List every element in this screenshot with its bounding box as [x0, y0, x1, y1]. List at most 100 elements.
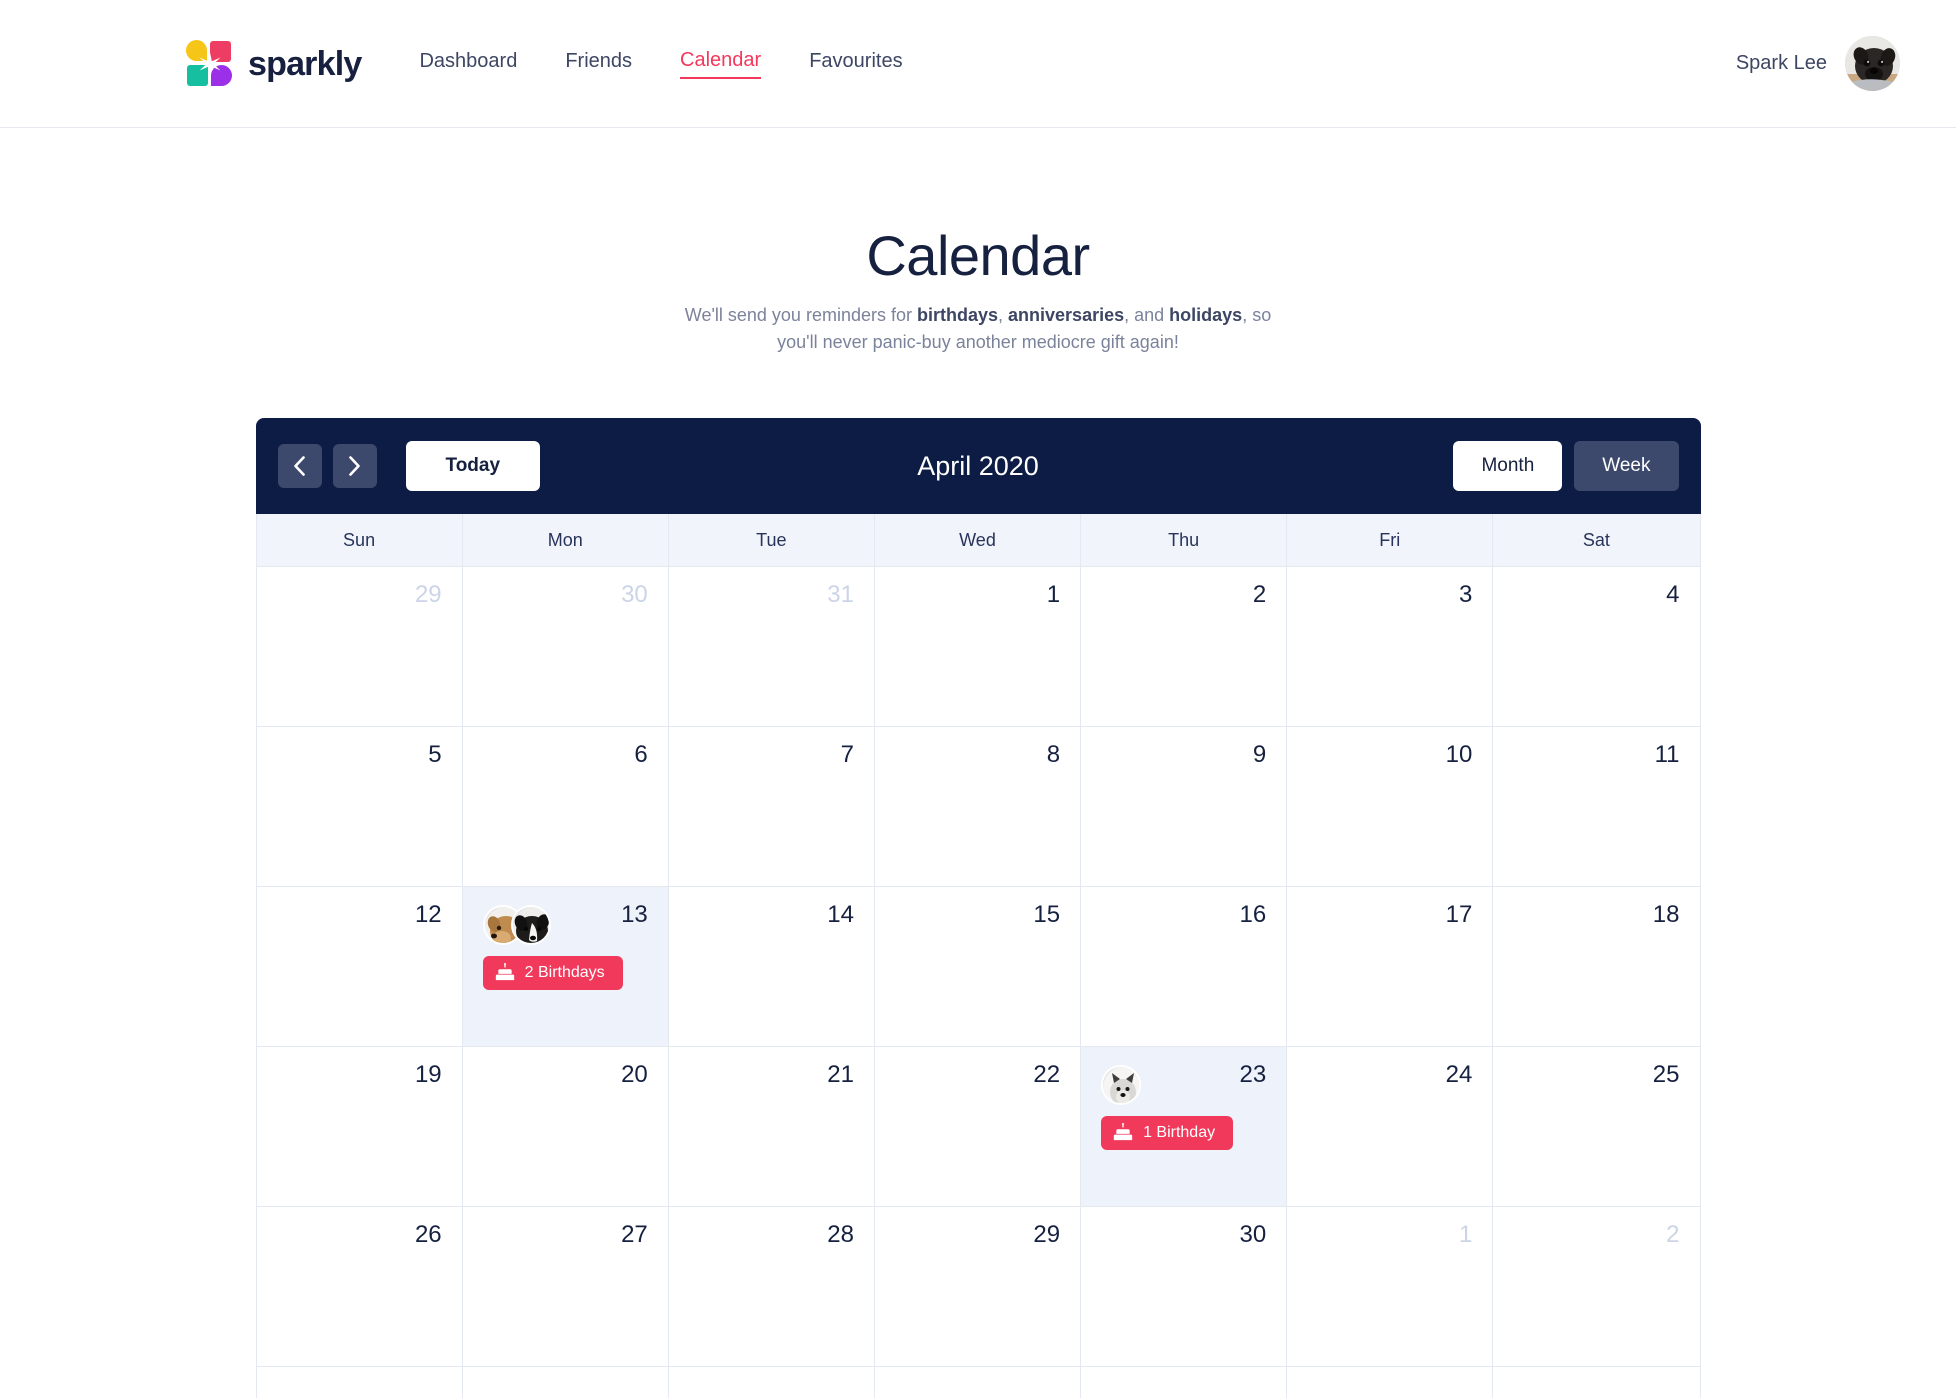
calendar-day-cell[interactable]: 28 [668, 1207, 875, 1367]
calendar-day-cell[interactable] [1493, 1367, 1700, 1398]
brand-name: sparkly [248, 44, 362, 83]
weekday-sun: Sun [257, 514, 463, 567]
view-week-button[interactable]: Week [1574, 441, 1679, 492]
calendar-day-cell[interactable] [874, 1367, 1082, 1398]
calendar-day-cell[interactable]: 3 [1287, 567, 1494, 727]
calendar-day-cell[interactable] [256, 1367, 463, 1398]
calendar-day-cell[interactable]: 12 [256, 887, 463, 1047]
day-avatar-group[interactable] [482, 905, 551, 946]
calendar-day-cell[interactable]: 22 [874, 1047, 1082, 1207]
calendar-day-cell[interactable]: 24 [1287, 1047, 1494, 1207]
day-number: 29 [414, 581, 442, 609]
day-number: 14 [827, 901, 854, 929]
calendar-day-cell[interactable]: 7 [668, 727, 875, 887]
page-title: Calendar [866, 224, 1090, 287]
calendar-weekday-header: Sun Mon Tue Wed Thu Fri Sat [255, 514, 1701, 568]
page-subtitle: We'll send you reminders for birthdays , … [668, 302, 1288, 356]
calendar-day-cell[interactable]: 4 [1493, 567, 1700, 727]
birthday-event-label: 1 Birthday [1143, 1124, 1216, 1142]
calendar-day-cell[interactable]: 23 1 Birthday [1081, 1047, 1288, 1207]
birthday-event-badge[interactable]: 2 Birthdays [482, 956, 623, 991]
chevron-left-icon [294, 456, 305, 477]
view-month-button[interactable]: Month [1453, 441, 1563, 492]
day-number: 3 [1458, 581, 1473, 609]
day-number: 19 [414, 1061, 442, 1089]
calendar-day-cell[interactable] [668, 1367, 875, 1398]
calendar-day-cell[interactable]: 30 [462, 567, 669, 727]
calendar-day-cell[interactable]: 21 [668, 1047, 875, 1207]
weekday-sat: Sat [1582, 529, 1610, 550]
calendar-week-row: 12 13 2 Birthdays 14 15 16 17 18 [256, 887, 1700, 1048]
calendar-day-cell[interactable]: 8 [874, 727, 1082, 887]
calendar-week-row: 19 20 21 22 23 1 Birthday 24 25 [256, 1047, 1700, 1208]
calendar-day-cell[interactable]: 2 [1493, 1207, 1700, 1367]
page-content: Calendar We'll send you reminders for bi… [0, 128, 1956, 1398]
day-number: 26 [414, 1221, 442, 1249]
calendar-day-cell[interactable]: 19 [256, 1047, 463, 1207]
day-avatar-group[interactable] [1101, 1065, 1142, 1106]
calendar-day-cell[interactable]: 18 [1493, 887, 1700, 1047]
chevron-right-icon [349, 456, 360, 477]
day-number: 2 [1252, 581, 1267, 609]
calendar-day-cell[interactable]: 14 [668, 887, 875, 1047]
subtitle-bold-birthdays: birthdays [916, 305, 999, 326]
weekday-mon: Mon [463, 514, 669, 567]
calendar-day-cell[interactable]: 10 [1287, 727, 1494, 887]
calendar-day-cell[interactable]: 1 [874, 567, 1082, 727]
day-number: 23 [1239, 1061, 1267, 1089]
next-month-button[interactable] [332, 444, 377, 489]
day-number: 22 [1033, 1061, 1061, 1089]
calendar-widget: Today April 2020 Month Week Sun Mon Tue … [255, 418, 1701, 1398]
calendar-day-cell[interactable]: 11 [1493, 727, 1700, 887]
calendar-day-cell[interactable]: 2 [1081, 567, 1288, 727]
day-number: 5 [428, 741, 442, 769]
site-header: sparkly Dashboard Friends Calendar Favou… [0, 0, 1956, 128]
calendar-day-cell[interactable]: 9 [1081, 727, 1288, 887]
calendar-day-cell[interactable] [462, 1367, 669, 1398]
calendar-day-cell[interactable] [1081, 1367, 1288, 1398]
calendar-day-cell[interactable]: 30 [1081, 1207, 1288, 1367]
day-number: 24 [1445, 1061, 1473, 1089]
dog-black-white-avatar[interactable] [510, 905, 551, 946]
day-number: 10 [1445, 741, 1473, 769]
day-number: 7 [840, 741, 854, 769]
nav-item-calendar[interactable]: Calendar [680, 49, 762, 79]
subtitle-bold-holidays: holidays [1169, 305, 1243, 326]
calendar-week-row: 5 6 7 8 9 10 11 [256, 727, 1700, 888]
calendar-day-cell[interactable]: 20 [462, 1047, 669, 1207]
user-avatar-pug[interactable] [1845, 36, 1900, 91]
calendar-day-cell[interactable]: 25 [1493, 1047, 1700, 1207]
nav-item-friends[interactable]: Friends [565, 50, 632, 78]
today-button[interactable]: Today [405, 441, 541, 492]
calendar-day-cell[interactable]: 27 [462, 1207, 669, 1367]
calendar-day-cell[interactable]: 16 [1081, 887, 1288, 1047]
day-number: 1 [1046, 581, 1061, 609]
calendar-day-cell[interactable] [1287, 1367, 1494, 1398]
subtitle-bold-anniversaries: anniversaries [1008, 305, 1125, 326]
calendar-day-cell[interactable]: 1 [1287, 1207, 1494, 1367]
calendar-day-cell[interactable]: 5 [256, 727, 463, 887]
dog-white-terrier-avatar[interactable] [1101, 1065, 1142, 1106]
calendar-day-cell[interactable]: 29 [256, 567, 463, 727]
calendar-day-cell[interactable]: 15 [874, 887, 1082, 1047]
calendar-week-row [256, 1367, 1700, 1398]
brand-logo-link[interactable]: sparkly [186, 39, 362, 88]
prev-month-button[interactable] [277, 444, 322, 489]
day-number: 16 [1239, 901, 1267, 929]
calendar-day-cell[interactable]: 6 [462, 727, 669, 887]
day-number: 18 [1652, 901, 1680, 929]
nav-item-favourites[interactable]: Favourites [809, 50, 902, 78]
calendar-week-row: 26 27 28 29 30 1 2 [256, 1207, 1700, 1368]
birthday-event-badge[interactable]: 1 Birthday [1101, 1116, 1234, 1151]
calendar-day-cell[interactable]: 17 [1287, 887, 1494, 1047]
calendar-day-cell[interactable]: 13 2 Birthdays [462, 887, 669, 1047]
weekday-wed: Wed [875, 514, 1082, 567]
user-menu[interactable]: Spark Lee [1736, 36, 1900, 91]
day-number: 27 [621, 1221, 648, 1249]
calendar-day-cell[interactable]: 26 [256, 1207, 463, 1367]
day-number: 11 [1654, 741, 1680, 769]
day-number: 21 [827, 1061, 854, 1089]
calendar-day-cell[interactable]: 29 [874, 1207, 1082, 1367]
calendar-day-cell[interactable]: 31 [668, 567, 875, 727]
nav-item-dashboard[interactable]: Dashboard [419, 50, 517, 78]
